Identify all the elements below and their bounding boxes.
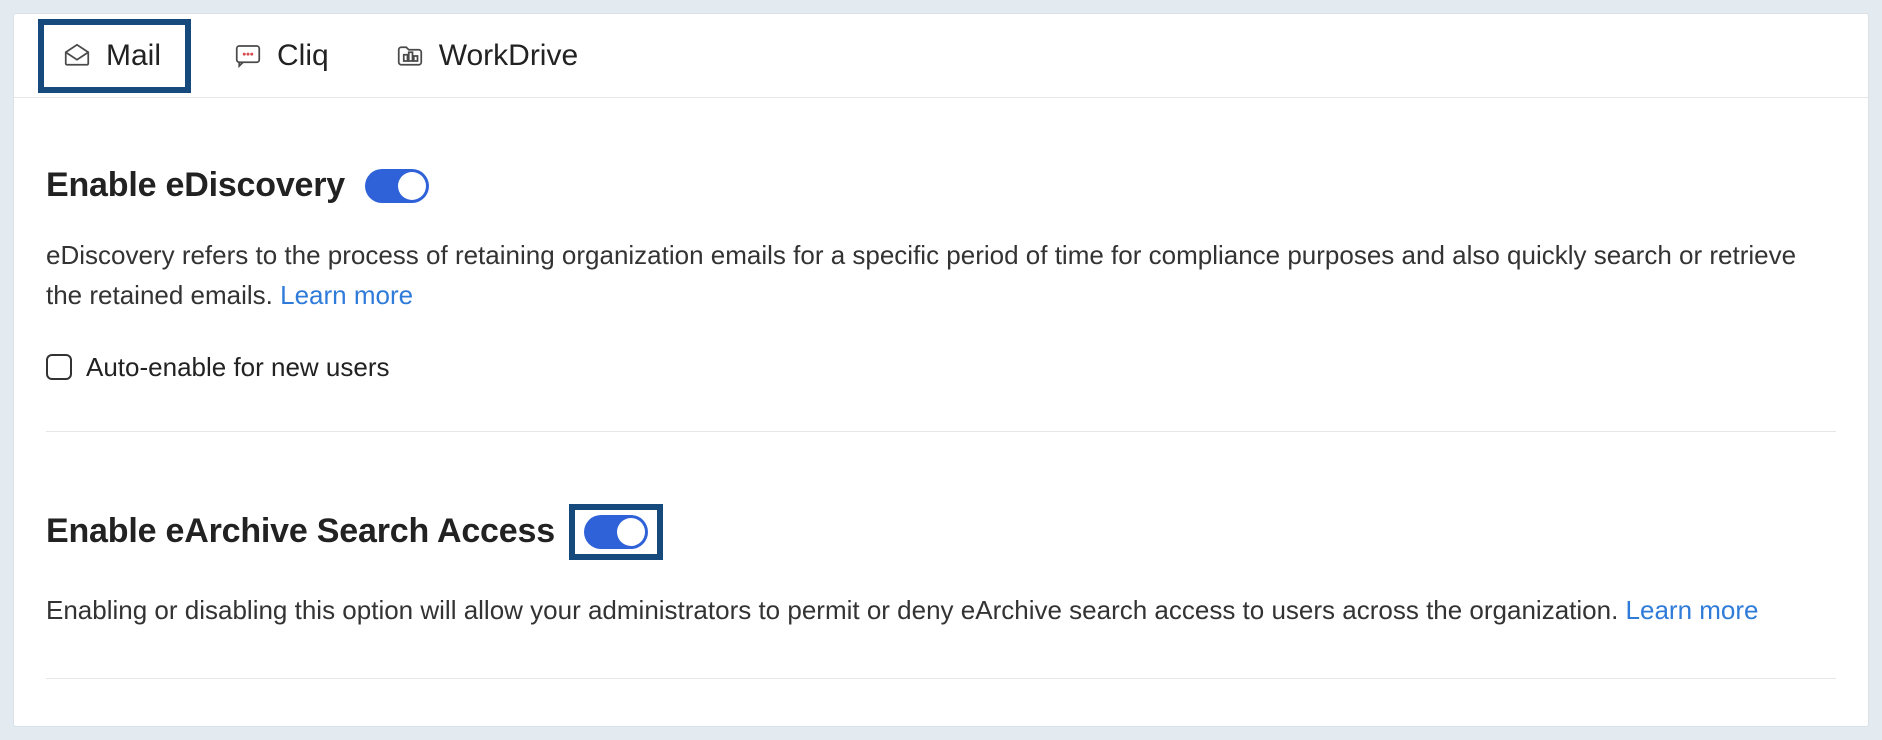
auto-enable-row: Auto-enable for new users bbox=[46, 352, 1836, 383]
tab-label: WorkDrive bbox=[439, 41, 578, 71]
section-header: Enable eDiscovery bbox=[46, 166, 1836, 205]
mail-icon bbox=[62, 41, 92, 71]
auto-enable-checkbox[interactable] bbox=[46, 354, 72, 380]
earchive-toggle-highlight bbox=[569, 504, 663, 560]
app-tabs: Mail Cliq WorkDrive bbox=[14, 14, 1868, 98]
ediscovery-title: Enable eDiscovery bbox=[46, 166, 345, 205]
tab-workdrive[interactable]: WorkDrive bbox=[377, 25, 602, 87]
section-header: Enable eArchive Search Access bbox=[46, 504, 1836, 560]
earchive-description-text: Enabling or disabling this option will a… bbox=[46, 595, 1626, 625]
tab-cliq[interactable]: Cliq bbox=[215, 25, 353, 87]
earchive-toggle[interactable] bbox=[584, 515, 648, 549]
section-ediscovery: Enable eDiscovery eDiscovery refers to t… bbox=[46, 166, 1836, 432]
tab-label: Mail bbox=[106, 41, 161, 71]
auto-enable-label: Auto-enable for new users bbox=[86, 352, 390, 383]
earchive-learn-more-link[interactable]: Learn more bbox=[1626, 595, 1759, 625]
workdrive-icon bbox=[395, 41, 425, 71]
tab-label: Cliq bbox=[277, 41, 329, 71]
chat-icon bbox=[233, 41, 263, 71]
section-earchive: Enable eArchive Search Access Enabling o… bbox=[46, 504, 1836, 679]
ediscovery-learn-more-link[interactable]: Learn more bbox=[280, 280, 413, 310]
ediscovery-toggle[interactable] bbox=[365, 169, 429, 203]
tab-mail[interactable]: Mail bbox=[38, 19, 191, 93]
earchive-description: Enabling or disabling this option will a… bbox=[46, 590, 1836, 630]
settings-page: Mail Cliq WorkDrive Enable eDiscovery eD… bbox=[14, 14, 1868, 726]
earchive-title: Enable eArchive Search Access bbox=[46, 512, 555, 551]
ediscovery-description: eDiscovery refers to the process of reta… bbox=[46, 235, 1836, 316]
content-area: Enable eDiscovery eDiscovery refers to t… bbox=[14, 98, 1868, 679]
